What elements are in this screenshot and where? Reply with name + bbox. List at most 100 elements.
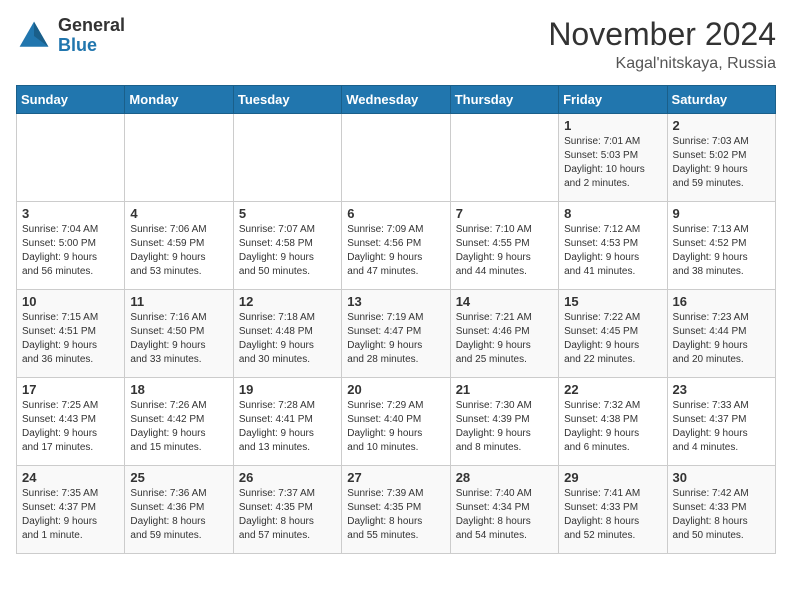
day-number: 18 [130,382,227,397]
day-info: Sunrise: 7:12 AM Sunset: 4:53 PM Dayligh… [564,223,661,279]
day-number: 22 [564,382,661,397]
day-number: 29 [564,470,661,485]
calendar-cell [233,114,341,202]
day-number: 28 [456,470,553,485]
calendar-cell: 7 Sunrise: 7:10 AM Sunset: 4:55 PM Daylig… [450,202,558,290]
logo-blue: Blue [58,36,125,56]
calendar-week-row: 17Sunrise: 7:25 AM Sunset: 4:43 PM Dayli… [17,378,776,466]
month-title: November 2024 [548,16,776,53]
calendar-cell: 24 Sunrise: 7:35 AM Sunset: 4:37 PM Dayli… [17,466,125,554]
day-info: Sunrise: 7:19 AM Sunset: 4:47 PM Dayligh… [347,311,444,367]
day-info: Sunrise: 7:35 AM Sunset: 4:37 PM Dayligh… [22,487,119,543]
day-number: 10 [22,294,119,309]
day-number: 25 [130,470,227,485]
calendar-cell: 23 Sunrise: 7:33 AM Sunset: 4:37 PM Dayli… [667,378,775,466]
day-info: Sunrise: 7:10 AM Sunset: 4:55 PM Dayligh… [456,223,553,279]
calendar-cell: 1Sunrise: 7:01 AM Sunset: 5:03 PM Daylig… [559,114,667,202]
day-number: 3 [22,206,119,221]
day-number: 15 [564,294,661,309]
day-info: Sunrise: 7:25 AM Sunset: 4:43 PM Dayligh… [22,399,119,455]
calendar-cell: 13 Sunrise: 7:19 AM Sunset: 4:47 PM Dayli… [342,290,450,378]
day-number: 5 [239,206,336,221]
day-info: Sunrise: 7:01 AM Sunset: 5:03 PM Dayligh… [564,135,661,191]
calendar-header-thursday: Thursday [450,86,558,114]
title-block: November 2024 Kagal'nitskaya, Russia [548,16,776,73]
calendar-cell: 9 Sunrise: 7:13 AM Sunset: 4:52 PM Daylig… [667,202,775,290]
calendar-cell: 4 Sunrise: 7:06 AM Sunset: 4:59 PM Daylig… [125,202,233,290]
calendar-header-friday: Friday [559,86,667,114]
calendar-header-row: SundayMondayTuesdayWednesdayThursdayFrid… [17,86,776,114]
day-info: Sunrise: 7:03 AM Sunset: 5:02 PM Dayligh… [673,135,770,191]
day-number: 4 [130,206,227,221]
day-number: 20 [347,382,444,397]
calendar-cell: 11 Sunrise: 7:16 AM Sunset: 4:50 PM Dayli… [125,290,233,378]
calendar-cell [450,114,558,202]
day-info: Sunrise: 7:06 AM Sunset: 4:59 PM Dayligh… [130,223,227,279]
calendar: SundayMondayTuesdayWednesdayThursdayFrid… [16,85,776,554]
calendar-cell [342,114,450,202]
calendar-cell: 15 Sunrise: 7:22 AM Sunset: 4:45 PM Dayli… [559,290,667,378]
calendar-cell: 27 Sunrise: 7:39 AM Sunset: 4:35 PM Dayli… [342,466,450,554]
day-info: Sunrise: 7:04 AM Sunset: 5:00 PM Dayligh… [22,223,119,279]
day-number: 13 [347,294,444,309]
day-number: 12 [239,294,336,309]
day-info: Sunrise: 7:18 AM Sunset: 4:48 PM Dayligh… [239,311,336,367]
calendar-cell: 5 Sunrise: 7:07 AM Sunset: 4:58 PM Daylig… [233,202,341,290]
day-info: Sunrise: 7:39 AM Sunset: 4:35 PM Dayligh… [347,487,444,543]
calendar-cell: 16 Sunrise: 7:23 AM Sunset: 4:44 PM Dayli… [667,290,775,378]
calendar-header-wednesday: Wednesday [342,86,450,114]
day-number: 6 [347,206,444,221]
day-info: Sunrise: 7:36 AM Sunset: 4:36 PM Dayligh… [130,487,227,543]
day-info: Sunrise: 7:07 AM Sunset: 4:58 PM Dayligh… [239,223,336,279]
calendar-cell: 6Sunrise: 7:09 AM Sunset: 4:56 PM Daylig… [342,202,450,290]
day-info: Sunrise: 7:37 AM Sunset: 4:35 PM Dayligh… [239,487,336,543]
day-number: 2 [673,118,770,133]
calendar-cell: 21 Sunrise: 7:30 AM Sunset: 4:39 PM Dayli… [450,378,558,466]
page-header: General Blue November 2024 Kagal'nitskay… [16,16,776,73]
day-info: Sunrise: 7:23 AM Sunset: 4:44 PM Dayligh… [673,311,770,367]
day-number: 27 [347,470,444,485]
day-info: Sunrise: 7:16 AM Sunset: 4:50 PM Dayligh… [130,311,227,367]
calendar-week-row: 24 Sunrise: 7:35 AM Sunset: 4:37 PM Dayli… [17,466,776,554]
calendar-cell: 30Sunrise: 7:42 AM Sunset: 4:33 PM Dayli… [667,466,775,554]
calendar-week-row: 1Sunrise: 7:01 AM Sunset: 5:03 PM Daylig… [17,114,776,202]
calendar-cell [17,114,125,202]
calendar-cell: 20 Sunrise: 7:29 AM Sunset: 4:40 PM Dayli… [342,378,450,466]
day-number: 23 [673,382,770,397]
calendar-cell: 18Sunrise: 7:26 AM Sunset: 4:42 PM Dayli… [125,378,233,466]
day-number: 19 [239,382,336,397]
day-number: 7 [456,206,553,221]
day-info: Sunrise: 7:33 AM Sunset: 4:37 PM Dayligh… [673,399,770,455]
day-number: 16 [673,294,770,309]
logo-icon [16,18,52,54]
day-info: Sunrise: 7:29 AM Sunset: 4:40 PM Dayligh… [347,399,444,455]
day-info: Sunrise: 7:22 AM Sunset: 4:45 PM Dayligh… [564,311,661,367]
day-number: 14 [456,294,553,309]
day-number: 9 [673,206,770,221]
calendar-cell: 29Sunrise: 7:41 AM Sunset: 4:33 PM Dayli… [559,466,667,554]
calendar-header-saturday: Saturday [667,86,775,114]
calendar-week-row: 10 Sunrise: 7:15 AM Sunset: 4:51 PM Dayli… [17,290,776,378]
calendar-cell: 26Sunrise: 7:37 AM Sunset: 4:35 PM Dayli… [233,466,341,554]
calendar-cell: 19 Sunrise: 7:28 AM Sunset: 4:41 PM Dayli… [233,378,341,466]
calendar-cell: 2 Sunrise: 7:03 AM Sunset: 5:02 PM Daylig… [667,114,775,202]
logo-text: General Blue [58,16,125,56]
calendar-week-row: 3 Sunrise: 7:04 AM Sunset: 5:00 PM Daylig… [17,202,776,290]
day-info: Sunrise: 7:21 AM Sunset: 4:46 PM Dayligh… [456,311,553,367]
calendar-cell: 10 Sunrise: 7:15 AM Sunset: 4:51 PM Dayli… [17,290,125,378]
day-info: Sunrise: 7:15 AM Sunset: 4:51 PM Dayligh… [22,311,119,367]
day-info: Sunrise: 7:32 AM Sunset: 4:38 PM Dayligh… [564,399,661,455]
calendar-cell: 14 Sunrise: 7:21 AM Sunset: 4:46 PM Dayli… [450,290,558,378]
calendar-cell: 28Sunrise: 7:40 AM Sunset: 4:34 PM Dayli… [450,466,558,554]
calendar-cell: 22 Sunrise: 7:32 AM Sunset: 4:38 PM Dayli… [559,378,667,466]
day-info: Sunrise: 7:42 AM Sunset: 4:33 PM Dayligh… [673,487,770,543]
location: Kagal'nitskaya, Russia [548,55,776,73]
day-number: 21 [456,382,553,397]
day-info: Sunrise: 7:13 AM Sunset: 4:52 PM Dayligh… [673,223,770,279]
day-info: Sunrise: 7:30 AM Sunset: 4:39 PM Dayligh… [456,399,553,455]
day-number: 11 [130,294,227,309]
calendar-cell: 25 Sunrise: 7:36 AM Sunset: 4:36 PM Dayli… [125,466,233,554]
day-number: 24 [22,470,119,485]
day-number: 8 [564,206,661,221]
day-info: Sunrise: 7:28 AM Sunset: 4:41 PM Dayligh… [239,399,336,455]
